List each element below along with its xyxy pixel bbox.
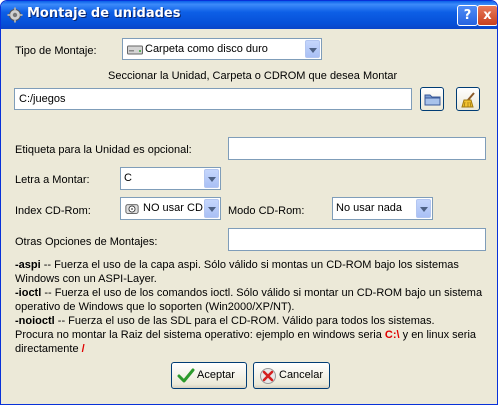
- other-options-input[interactable]: [228, 228, 486, 251]
- cancel-x-icon: [260, 368, 276, 384]
- cancel-button-label: Cancelar: [279, 369, 324, 381]
- cdrom-mode-label: Modo CD-Rom:: [228, 205, 305, 217]
- close-button[interactable]: x: [477, 5, 497, 26]
- help-root-line1-a: Procura no montar la Raiz del sistema op…: [15, 329, 385, 341]
- cd-icon: [125, 204, 139, 214]
- accept-button[interactable]: Aceptar: [171, 362, 247, 389]
- path-input[interactable]: C:/juegos: [14, 88, 412, 110]
- mount-dialog-window: Montaje de unidades ? x Tipo de Montaje:…: [0, 0, 498, 405]
- chevron-down-icon[interactable]: [204, 199, 219, 218]
- chevron-down-icon[interactable]: [416, 199, 431, 218]
- drive-label-input[interactable]: [228, 137, 486, 160]
- cdrom-mode-value: No usar nada: [336, 202, 403, 214]
- drive-letter-value: C: [124, 172, 132, 184]
- drive-letter-select[interactable]: C: [120, 167, 221, 190]
- mount-type-select[interactable]: Carpeta como disco duro: [122, 38, 322, 60]
- select-prompt: Seccionar la Unidad, Carpeta o CDROM que…: [108, 70, 398, 82]
- cdrom-mode-select[interactable]: No usar nada: [332, 197, 433, 220]
- hard-drive-icon: [127, 45, 143, 55]
- help-noioctl-line1: -- Fuerza el uso de las SDL para el CD-R…: [54, 315, 435, 327]
- help-ioctl-key: -ioctl: [15, 287, 42, 299]
- help-noioctl: -noioctl -- Fuerza el uso de las SDL par…: [15, 314, 435, 328]
- other-options-label: Otras Opciones de Montajes:: [15, 236, 158, 248]
- title-bar[interactable]: Montaje de unidades ? x: [1, 1, 497, 29]
- drive-letter-label: Letra a Montar:: [15, 174, 90, 186]
- gear-icon: [7, 7, 23, 23]
- chevron-down-icon[interactable]: [305, 40, 320, 58]
- help-aspi-cont: Windows con un ASPI-Layer.: [15, 273, 157, 285]
- folder-icon: [424, 94, 441, 106]
- checkmark-icon: [177, 368, 195, 383]
- accept-button-label: Aceptar: [197, 369, 235, 381]
- help-button[interactable]: ?: [457, 5, 478, 26]
- help-root-windows: C:\: [384, 329, 400, 341]
- help-root-linux: /: [81, 343, 85, 355]
- help-root-line2: directamente: [15, 343, 82, 355]
- browse-folder-button[interactable]: [420, 87, 444, 111]
- help-root-line1-b: y en linux seria: [399, 329, 477, 341]
- help-ioctl-line1: -- Fuerza el uso de los comandos ioctl. …: [41, 287, 483, 299]
- help-ioctl: -ioctl -- Fuerza el uso de los comandos …: [15, 286, 482, 300]
- window-title: Montaje de unidades: [27, 6, 181, 21]
- help-aspi-line1: -- Fuerza el uso de la capa aspi. Sólo v…: [40, 259, 459, 271]
- help-root-warning-cont: directamente /: [15, 342, 85, 356]
- help-aspi-key: -aspi: [15, 259, 41, 271]
- help-noioctl-key: -noioctl: [15, 315, 55, 327]
- mount-type-label: Tipo de Montaje:: [15, 45, 97, 57]
- broom-icon: [461, 92, 475, 108]
- help-ioctl-cont: operativo de Windows que lo soporten (Wi…: [15, 301, 295, 313]
- mount-type-value: Carpeta como disco duro: [145, 43, 268, 55]
- cdrom-index-value: NO usar CD: [143, 202, 203, 214]
- help-root-warning: Procura no montar la Raiz del sistema op…: [15, 328, 476, 342]
- cdrom-index-select[interactable]: NO usar CD: [120, 197, 221, 220]
- chevron-down-icon[interactable]: [204, 169, 219, 188]
- help-aspi: -aspi -- Fuerza el uso de la capa aspi. …: [15, 258, 459, 272]
- cdrom-index-label: Index CD-Rom:: [15, 205, 91, 217]
- clear-path-button[interactable]: [456, 87, 480, 111]
- drive-label-label: Etiqueta para la Unidad es opcional:: [15, 144, 192, 156]
- cancel-button[interactable]: Cancelar: [253, 362, 330, 389]
